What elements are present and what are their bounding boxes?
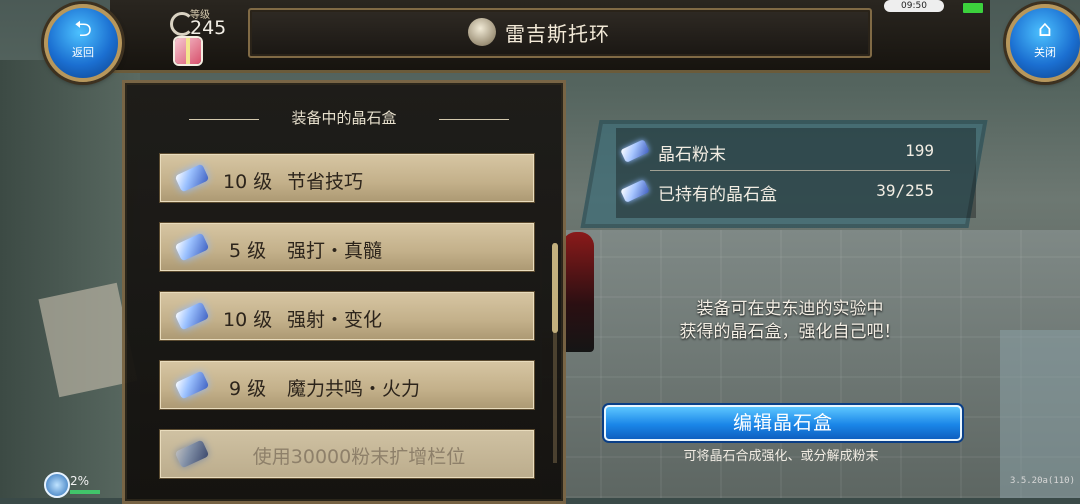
crystal-box-icon <box>173 370 211 400</box>
boxes-row: 已持有的晶石盒 39/255 <box>620 174 950 208</box>
version-label: 3.5.20a(110) <box>1010 476 1076 486</box>
slot-name: 强射・变化 <box>287 309 383 331</box>
powder-value: 199 <box>905 141 934 160</box>
panel-heading: 装备中的晶石盒 <box>291 109 397 127</box>
boxes-label: 已持有的晶石盒 <box>658 185 777 205</box>
crystal-box-icon <box>173 301 211 331</box>
slot-level: 5 级 <box>229 240 267 262</box>
slot-name: 魔力共鸣・火力 <box>287 378 421 400</box>
expand-slot-button[interactable]: 使用30000粉末扩增栏位 <box>160 430 534 478</box>
crystal-slot-4[interactable]: 9 级 魔力共鸣・火力 <box>160 361 534 409</box>
back-arrow-icon: ⮌ <box>74 17 92 42</box>
hint-line-1: 装备可在史东迪的实验中 <box>696 299 884 319</box>
expand-slot-label: 使用30000粉末扩增栏位 <box>252 446 466 468</box>
back-button[interactable]: ⮌ 返回 <box>44 4 122 82</box>
home-icon: ⌂ <box>1038 17 1052 42</box>
crystal-box-icon <box>620 176 650 204</box>
edit-crystal-box-button[interactable]: 编辑晶石盒 <box>604 405 962 441</box>
scrollbar-thumb[interactable] <box>552 243 558 333</box>
edit-button-subtitle: 可将晶石合成强化、或分解成粉末 <box>683 449 879 464</box>
back-button-label: 返回 <box>72 46 94 59</box>
info-divider <box>650 170 950 171</box>
crystal-slot-3[interactable]: 10 级 强射・变化 <box>160 292 534 340</box>
close-button-label: 关闭 <box>1034 46 1056 59</box>
scene-wall <box>0 60 140 498</box>
page-title: 雷吉斯托环 <box>505 22 610 46</box>
slot-level: 10 级 <box>223 309 273 331</box>
progress-bar <box>70 490 100 494</box>
boxes-value: 39/255 <box>876 181 934 200</box>
battery-icon <box>962 2 984 14</box>
crystal-slot-1[interactable]: 10 级 节省技巧 <box>160 154 534 202</box>
scene-decoration <box>1000 330 1080 498</box>
hint-line-2: 获得的晶石盒，强化自己吧！ <box>679 322 901 342</box>
powder-row: 晶石粉末 199 <box>620 134 950 168</box>
slot-name: 强打・真髓 <box>287 240 383 262</box>
progress-percent: 2% <box>70 474 90 488</box>
gift-icon[interactable] <box>175 38 201 64</box>
slot-level: 9 级 <box>229 378 267 400</box>
crystal-powder-icon <box>620 136 650 164</box>
level-value: 245 <box>190 17 227 39</box>
powder-label: 晶石粉末 <box>658 145 726 165</box>
slot-name: 节省技巧 <box>287 171 364 193</box>
heading-divider-right <box>439 119 509 120</box>
close-button[interactable]: ⌂ 关闭 <box>1006 4 1080 82</box>
hint-text: 装备可在史东迪的实验中 获得的晶石盒，强化自己吧！ <box>600 298 980 344</box>
status-clock: 09:50 <box>884 0 944 12</box>
crystal-box-icon <box>173 163 211 193</box>
crystal-box-icon <box>173 232 211 262</box>
crystal-slot-2[interactable]: 5 级 强打・真髓 <box>160 223 534 271</box>
player-character <box>562 232 594 352</box>
slot-level: 10 级 <box>223 171 273 193</box>
progress-badge-icon <box>44 472 70 498</box>
